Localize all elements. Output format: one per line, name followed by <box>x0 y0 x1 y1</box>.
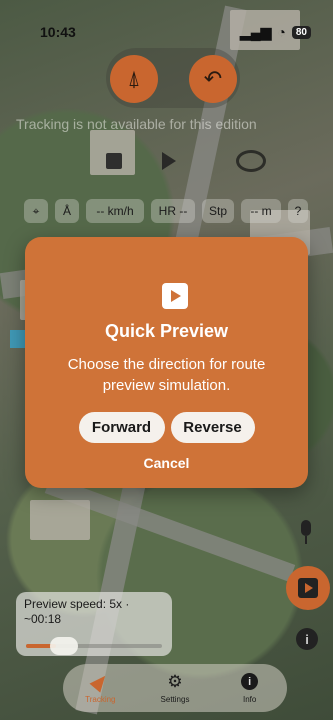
play-icon <box>298 578 318 598</box>
tab-info-label: Info <box>242 694 257 704</box>
preview-duration-label: ~00:18 <box>24 612 62 626</box>
chip-heart-rate[interactable]: HR -- <box>151 199 195 223</box>
forward-button[interactable]: Forward <box>78 412 165 443</box>
info-button[interactable]: i <box>296 628 318 650</box>
preview-play-button[interactable] <box>286 566 330 610</box>
play-icon[interactable] <box>162 152 176 170</box>
preview-speed-slider[interactable] <box>26 637 162 655</box>
signal-icon: ▂▄▆ <box>239 23 272 40</box>
quick-preview-dialog: Quick Preview Choose the direction for r… <box>25 237 308 488</box>
broadcast-icon[interactable] <box>236 150 266 172</box>
tab-tracking-label: Tracking <box>85 694 116 704</box>
preview-speed-panel: Preview speed: 5x · ~00:18 <box>16 592 172 656</box>
chip-distance[interactable]: -- m <box>241 199 281 223</box>
compass-button[interactable]: ⍋ <box>110 55 158 103</box>
microphone-icon[interactable] <box>296 520 316 548</box>
chip-help[interactable]: ? <box>288 199 308 223</box>
cancel-button[interactable]: Cancel <box>25 455 308 471</box>
reverse-button[interactable]: Reverse <box>170 412 255 443</box>
tab-settings-label: Settings <box>160 694 190 704</box>
chip-locate[interactable]: ⌖ <box>24 199 48 223</box>
battery-badge: 80 <box>291 25 311 39</box>
dialog-title: Quick Preview <box>104 321 229 341</box>
tab-settings[interactable]: ⚙ Settings <box>145 671 205 704</box>
info-icon: i <box>241 673 259 690</box>
chip-steps[interactable]: Stp <box>202 199 234 223</box>
chip-heading[interactable]: Å <box>55 199 79 223</box>
dialog-message: Choose the direction for route preview s… <box>67 356 266 394</box>
tab-info[interactable]: i Info <box>220 673 280 704</box>
wifi-icon: ◔ <box>277 24 286 40</box>
tab-tracking[interactable]: Tracking <box>70 670 130 704</box>
metrics-chip-row: ⌖ Å -- km/h HR -- Stp -- m ? <box>24 199 308 223</box>
tracking-message: Tracking is not available for this editi… <box>16 116 257 132</box>
preview-speed-label: Preview speed: 5x · <box>24 597 130 611</box>
navigation-arrow-icon <box>89 670 111 693</box>
gear-icon: ⚙ <box>167 671 183 691</box>
undo-icon: ↶ <box>203 66 223 91</box>
chip-speed[interactable]: -- km/h <box>86 199 144 223</box>
bottom-tab-bar: Tracking ⚙ Settings i Info <box>63 664 287 712</box>
status-bar: 10:43 ▂▄▆ ◔ 80 <box>40 22 311 42</box>
stop-icon[interactable] <box>106 153 122 169</box>
media-controls <box>106 150 266 172</box>
slider-thumb[interactable] <box>49 637 78 655</box>
navigation-arrow-icon: ⍋ <box>127 66 141 91</box>
preview-play-icon <box>162 283 188 309</box>
status-time: 10:43 <box>40 24 76 40</box>
undo-button[interactable]: ↶ <box>189 55 237 103</box>
